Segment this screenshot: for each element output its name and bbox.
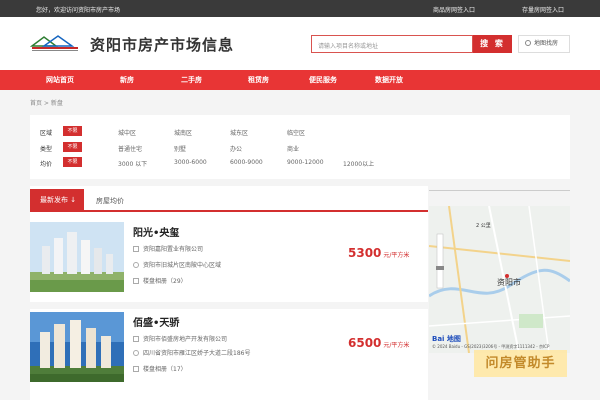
used-house-filing-link[interactable]: 存量房网签入口 (522, 5, 564, 14)
listing-album[interactable]: 楼盘相册（17） (133, 364, 187, 373)
listing-title[interactable]: 佰盛•天骄 (133, 314, 179, 329)
filter-label-area: 区域 (40, 130, 53, 137)
map-pin-icon (525, 40, 531, 46)
map-city-label: 资阳市 (497, 278, 521, 287)
listing-developer: 资阳嘉阳置业有限公司 (133, 244, 203, 253)
baidu-map-logo: Bai 地图 (432, 335, 461, 343)
nav-second-hand[interactable]: 二手房 (181, 75, 202, 85)
search-input[interactable]: 请输入项目名称或地址 (311, 35, 473, 53)
filter-option[interactable]: 3000 以下 (118, 159, 147, 168)
breadcrumb: 首页 > 新盘 (30, 100, 63, 107)
filter-option[interactable]: 城中区 (118, 128, 136, 137)
divider (30, 302, 428, 309)
listing-panel: 最新发布 ↓ 房屋均价 阳光•央玺 资阳嘉阳置业有限公司 资阳市旧城片区南陂中心… (30, 186, 428, 400)
price-unit: 元/平方米 (383, 252, 410, 259)
map-border (429, 190, 570, 191)
filter-option[interactable]: 12000以上 (343, 159, 374, 168)
listing-title[interactable]: 阳光•央玺 (133, 224, 179, 239)
building-icon (133, 336, 139, 342)
filter-option[interactable]: 别墅 (174, 144, 186, 153)
map-find-button[interactable]: 地图找房 (518, 35, 570, 53)
listing-price: 6500 元/平方米 (348, 336, 409, 350)
nav-open-data[interactable]: 数据开放 (375, 75, 403, 85)
developer-text: 资阳嘉阳置业有限公司 (143, 246, 204, 253)
tab-avg-price[interactable]: 房屋均价 (96, 196, 124, 206)
album-icon (133, 278, 139, 284)
site-title: 资阳市房产市场信息 (90, 36, 235, 54)
filter-option[interactable]: 临空区 (287, 128, 305, 137)
developer-text: 资阳市佰盛房地产开发有限公司 (143, 336, 228, 343)
album-text: 楼盘相册（29） (143, 278, 187, 285)
filter-area-any[interactable]: 不限 (63, 126, 82, 136)
location-icon (133, 262, 139, 268)
filter-option[interactable]: 商业 (287, 144, 299, 153)
map-scale: 2 公里 (476, 223, 491, 229)
listing-photo[interactable] (30, 312, 124, 382)
listing-album[interactable]: 楼盘相册（29） (133, 276, 187, 285)
listing-price: 5300 元/平方米 (348, 246, 409, 260)
site-logo[interactable] (30, 34, 80, 54)
nav-home[interactable]: 网站首页 (46, 75, 74, 85)
filter-option[interactable]: 城东区 (230, 128, 248, 137)
album-icon (133, 366, 139, 372)
filter-label-price: 均价 (40, 161, 53, 168)
filter-option[interactable]: 办公 (230, 144, 242, 153)
address-text: 资阳市旧城片区南陂中心区域 (143, 262, 222, 269)
filter-price-any[interactable]: 不限 (63, 157, 82, 167)
tab-latest[interactable]: 最新发布 ↓ (30, 189, 84, 212)
search-button[interactable]: 搜 索 (473, 35, 512, 53)
top-bar: 您好，欢迎访问资阳市房产市场 商品房网签入口 存量房网签入口 (0, 0, 600, 17)
filter-option[interactable]: 6000-9000 (230, 159, 263, 166)
building-icon (133, 246, 139, 252)
listing-developer: 资阳市佰盛房地产开发有限公司 (133, 334, 227, 343)
address-text: 四川省资阳市雁江区娇子大道二段186号 (143, 350, 251, 357)
main-nav: 网站首页 新房 二手房 租赁房 便民服务 数据开放 (0, 70, 600, 90)
filter-label-type: 类型 (40, 146, 53, 153)
listing-photo[interactable] (30, 222, 124, 292)
new-house-filing-link[interactable]: 商品房网签入口 (433, 5, 475, 14)
nav-rental[interactable]: 租赁房 (248, 75, 269, 85)
listing-tabs: 最新发布 ↓ 房屋均价 (30, 186, 428, 212)
zoom-slider (436, 233, 444, 289)
filter-option[interactable]: 3000-6000 (174, 159, 207, 166)
album-text: 楼盘相册（17） (143, 366, 187, 373)
price-unit: 元/平方米 (383, 342, 410, 349)
filter-option[interactable]: 普通住宅 (118, 144, 142, 153)
map-view[interactable]: 2 公里 资阳市 Bai 地图 © 2024 Baidu - GS(2023)3… (429, 206, 570, 353)
filter-panel: 区域 不限 城中区 城南区 城东区 临空区 类型 不限 普通住宅 别墅 办公 商… (30, 115, 570, 179)
filter-type-any[interactable]: 不限 (63, 142, 82, 152)
filter-option[interactable]: 9000-12000 (287, 159, 324, 166)
listing-address: 资阳市旧城片区南陂中心区域 (133, 260, 221, 269)
location-icon (133, 350, 139, 356)
header: 资阳市房产市场信息 请输入项目名称或地址 搜 索 地图找房 (0, 17, 600, 70)
watermark: 问房管助手 (474, 350, 567, 377)
listing-address: 四川省资阳市雁江区娇子大道二段186号 (133, 348, 250, 357)
listing-item[interactable]: 阳光•央玺 资阳嘉阳置业有限公司 资阳市旧城片区南陂中心区域 楼盘相册（29） … (30, 222, 428, 312)
listing-item[interactable]: 佰盛•天骄 资阳市佰盛房地产开发有限公司 四川省资阳市雁江区娇子大道二段186号… (30, 312, 428, 400)
welcome-text: 您好，欢迎访问资阳市房产市场 (36, 7, 121, 14)
zoom-handle (436, 266, 444, 270)
map-find-label: 地图找房 (534, 40, 559, 47)
price-value: 5300 (348, 246, 382, 260)
filter-option[interactable]: 城南区 (174, 128, 192, 137)
nav-services[interactable]: 便民服务 (309, 75, 337, 85)
nav-new-house[interactable]: 新房 (120, 75, 134, 85)
price-value: 6500 (348, 336, 382, 350)
